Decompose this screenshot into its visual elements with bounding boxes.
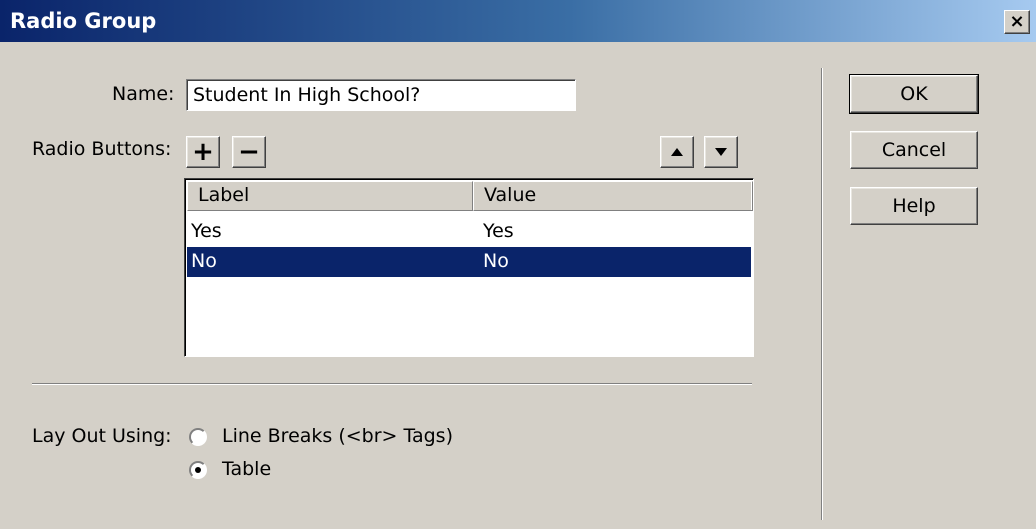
minus-icon: − bbox=[238, 137, 260, 167]
table-row-selected[interactable]: No No bbox=[187, 247, 751, 277]
vertical-divider bbox=[821, 68, 823, 520]
close-icon: × bbox=[1009, 11, 1025, 32]
triangle-up-icon bbox=[671, 148, 683, 156]
name-input[interactable] bbox=[186, 79, 576, 111]
plus-icon: + bbox=[192, 137, 214, 167]
remove-radio-button[interactable]: − bbox=[232, 136, 266, 168]
triangle-down-icon bbox=[715, 148, 727, 156]
horizontal-divider bbox=[32, 383, 752, 385]
row-label-cell: No bbox=[191, 250, 217, 272]
grid-header: Label Value bbox=[187, 181, 753, 211]
layout-line-breaks-radio[interactable] bbox=[189, 428, 207, 446]
close-button[interactable]: × bbox=[1004, 10, 1030, 34]
radio-buttons-grid[interactable]: Label Value Yes Yes No No bbox=[184, 178, 754, 357]
row-value-cell: No bbox=[483, 250, 509, 272]
ok-button[interactable]: OK bbox=[849, 74, 979, 114]
radio-selected-dot bbox=[195, 467, 201, 473]
table-row[interactable]: Yes Yes bbox=[187, 217, 751, 247]
title-bar: Radio Group × bbox=[0, 0, 1036, 42]
move-down-button[interactable] bbox=[704, 136, 738, 168]
layout-label: Lay Out Using: bbox=[32, 425, 172, 447]
move-up-button[interactable] bbox=[660, 136, 694, 168]
layout-line-breaks-label[interactable]: Line Breaks (<br> Tags) bbox=[222, 425, 453, 447]
column-header-label[interactable]: Label bbox=[187, 181, 473, 211]
name-label: Name: bbox=[112, 83, 175, 105]
row-value-cell: Yes bbox=[483, 220, 514, 242]
layout-table-label[interactable]: Table bbox=[222, 458, 271, 480]
cancel-button[interactable]: Cancel bbox=[850, 131, 978, 169]
row-label-cell: Yes bbox=[191, 220, 222, 242]
column-header-value[interactable]: Value bbox=[473, 181, 753, 211]
layout-table-radio[interactable] bbox=[189, 461, 207, 479]
help-button[interactable]: Help bbox=[850, 187, 978, 225]
add-radio-button[interactable]: + bbox=[186, 136, 220, 168]
radio-buttons-label: Radio Buttons: bbox=[32, 138, 172, 160]
window-title: Radio Group bbox=[10, 9, 157, 33]
